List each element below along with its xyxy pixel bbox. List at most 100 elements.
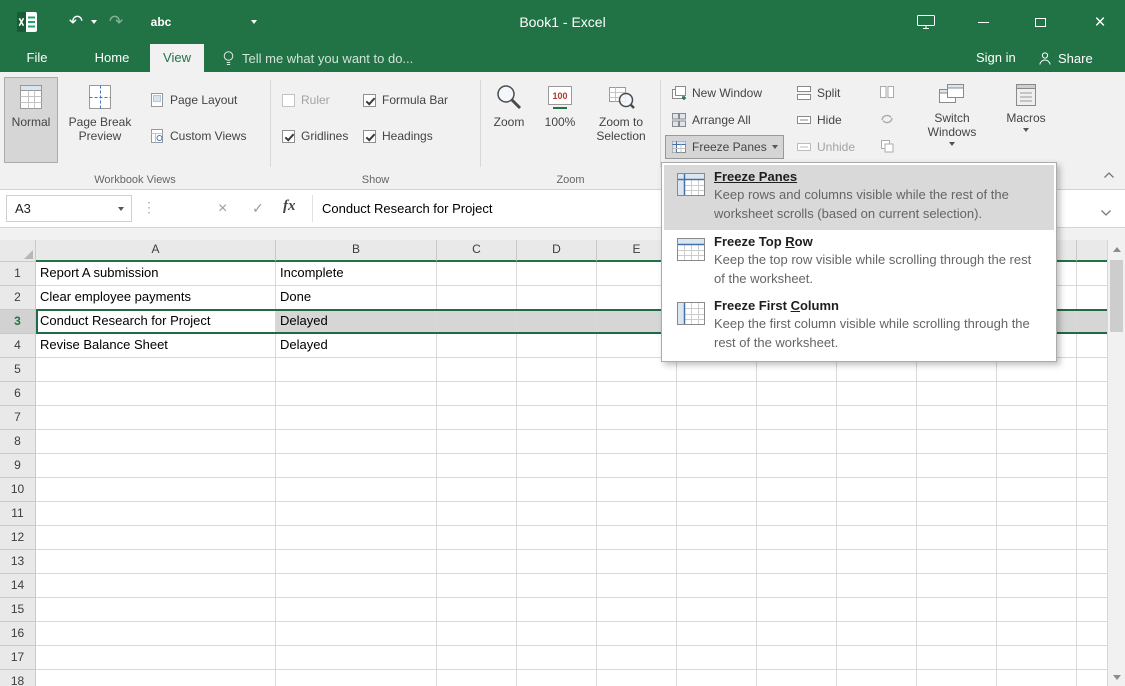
cell-I16[interactable]: [917, 622, 997, 646]
column-header-B[interactable]: B: [276, 240, 437, 262]
page-layout-button[interactable]: Page Layout: [143, 88, 243, 112]
cell-D2[interactable]: [517, 286, 597, 310]
minimize-button[interactable]: [961, 0, 1005, 44]
cell-F17[interactable]: [677, 646, 757, 670]
cell-B12[interactable]: [276, 526, 437, 550]
ruler-checkbox[interactable]: Ruler: [282, 89, 330, 111]
page-break-preview-button[interactable]: Page Break Preview: [60, 77, 140, 163]
cell-A13[interactable]: [36, 550, 276, 574]
cell-B16[interactable]: [276, 622, 437, 646]
cell-J11[interactable]: [997, 502, 1077, 526]
cell-D15[interactable]: [517, 598, 597, 622]
cell-A8[interactable]: [36, 430, 276, 454]
column-header-A[interactable]: A: [36, 240, 276, 262]
cell-B11[interactable]: [276, 502, 437, 526]
cell-E14[interactable]: [597, 574, 677, 598]
cell-C18[interactable]: [437, 670, 517, 686]
cell-A12[interactable]: [36, 526, 276, 550]
gridlines-checkbox[interactable]: Gridlines: [282, 125, 348, 147]
cell-C9[interactable]: [437, 454, 517, 478]
cell-A1[interactable]: Report A submission: [36, 262, 276, 286]
cell-E8[interactable]: [597, 430, 677, 454]
custom-views-button[interactable]: Custom Views: [143, 124, 252, 148]
headings-checkbox[interactable]: Headings: [363, 125, 433, 147]
cell-I17[interactable]: [917, 646, 997, 670]
cell-A15[interactable]: [36, 598, 276, 622]
zoom-button[interactable]: Zoom: [485, 77, 533, 163]
cell-H14[interactable]: [837, 574, 917, 598]
cell-H15[interactable]: [837, 598, 917, 622]
cell-B6[interactable]: [276, 382, 437, 406]
new-window-button[interactable]: New Window: [665, 81, 768, 105]
row-header-2[interactable]: 2: [0, 286, 36, 310]
cell-G16[interactable]: [757, 622, 837, 646]
formula-bar-checkbox[interactable]: Formula Bar: [363, 89, 448, 111]
cell-D12[interactable]: [517, 526, 597, 550]
view-side-by-side-button[interactable]: [876, 81, 898, 103]
column-header-K[interactable]: K: [1077, 240, 1107, 262]
cell-A16[interactable]: [36, 622, 276, 646]
cell-C5[interactable]: [437, 358, 517, 382]
cell-G12[interactable]: [757, 526, 837, 550]
cell-B13[interactable]: [276, 550, 437, 574]
cell-F7[interactable]: [677, 406, 757, 430]
freeze-panes-button[interactable]: Freeze Panes: [665, 135, 784, 159]
cell-C13[interactable]: [437, 550, 517, 574]
hide-button[interactable]: Hide: [790, 108, 848, 132]
cell-J18[interactable]: [997, 670, 1077, 686]
cell-K6[interactable]: [1077, 382, 1107, 406]
cell-A7[interactable]: [36, 406, 276, 430]
cell-J17[interactable]: [997, 646, 1077, 670]
cell-B4[interactable]: Delayed: [276, 334, 437, 358]
cell-I12[interactable]: [917, 526, 997, 550]
cell-G15[interactable]: [757, 598, 837, 622]
cell-G11[interactable]: [757, 502, 837, 526]
cell-H17[interactable]: [837, 646, 917, 670]
synchronous-scrolling-button[interactable]: [876, 108, 898, 130]
cell-G18[interactable]: [757, 670, 837, 686]
row-header-7[interactable]: 7: [0, 406, 36, 430]
cell-J9[interactable]: [997, 454, 1077, 478]
cell-I18[interactable]: [917, 670, 997, 686]
close-button[interactable]: ×: [1075, 0, 1125, 44]
cell-I7[interactable]: [917, 406, 997, 430]
cell-C8[interactable]: [437, 430, 517, 454]
cell-J8[interactable]: [997, 430, 1077, 454]
cell-A17[interactable]: [36, 646, 276, 670]
cell-J12[interactable]: [997, 526, 1077, 550]
row-header-11[interactable]: 11: [0, 502, 36, 526]
cell-H11[interactable]: [837, 502, 917, 526]
cell-I15[interactable]: [917, 598, 997, 622]
cell-K8[interactable]: [1077, 430, 1107, 454]
cell-C12[interactable]: [437, 526, 517, 550]
split-button[interactable]: Split: [790, 81, 846, 105]
menu-item-freeze-panes[interactable]: Freeze Panes Keep rows and columns visib…: [664, 165, 1054, 230]
cell-A3[interactable]: Conduct Research for Project: [36, 310, 276, 334]
cell-K7[interactable]: [1077, 406, 1107, 430]
cell-I13[interactable]: [917, 550, 997, 574]
row-header-10[interactable]: 10: [0, 478, 36, 502]
cell-H12[interactable]: [837, 526, 917, 550]
name-box-caret-icon[interactable]: [111, 207, 131, 211]
cell-K2[interactable]: [1077, 286, 1107, 310]
name-box[interactable]: A3: [6, 195, 132, 222]
cell-E10[interactable]: [597, 478, 677, 502]
cell-B5[interactable]: [276, 358, 437, 382]
cell-A10[interactable]: [36, 478, 276, 502]
cell-C1[interactable]: [437, 262, 517, 286]
row-header-18[interactable]: 18: [0, 670, 36, 686]
cell-D4[interactable]: [517, 334, 597, 358]
cell-D8[interactable]: [517, 430, 597, 454]
display-settings-icon[interactable]: [904, 0, 948, 44]
cell-F15[interactable]: [677, 598, 757, 622]
formula-bar-content[interactable]: Conduct Research for Project: [322, 190, 493, 228]
tab-view[interactable]: View: [150, 44, 204, 72]
column-header-D[interactable]: D: [517, 240, 597, 262]
cell-E18[interactable]: [597, 670, 677, 686]
tell-me-box[interactable]: Tell me what you want to do...: [222, 44, 413, 72]
cell-D16[interactable]: [517, 622, 597, 646]
row-header-5[interactable]: 5: [0, 358, 36, 382]
row-header-13[interactable]: 13: [0, 550, 36, 574]
tab-file[interactable]: File: [12, 44, 62, 72]
cell-D18[interactable]: [517, 670, 597, 686]
